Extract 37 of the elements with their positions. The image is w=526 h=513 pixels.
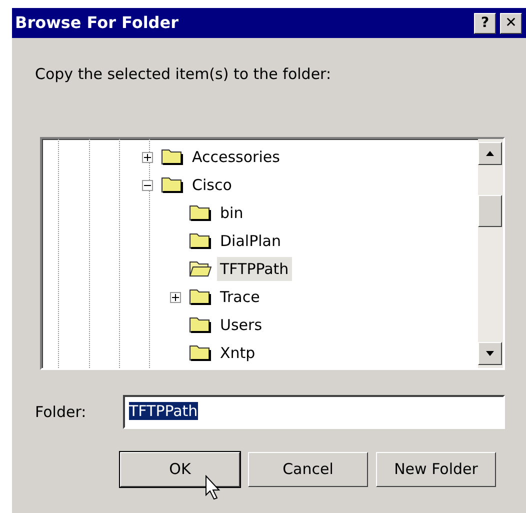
folder-icon	[160, 147, 184, 167]
mouse-cursor-icon	[205, 475, 221, 501]
collapse-toggle[interactable]	[142, 180, 153, 190]
folder-item[interactable]: DialPlan	[217, 228, 284, 254]
prompt-text: Copy the selected item(s) to the folder:	[35, 65, 332, 83]
expand-toggle[interactable]	[170, 292, 181, 302]
open-folder-icon	[188, 259, 212, 279]
window-title: Browse For Folder	[15, 12, 178, 34]
help-button[interactable]: ?	[474, 12, 496, 34]
folder-item[interactable]: TFTPPath	[217, 256, 292, 282]
scroll-bar[interactable]	[478, 139, 503, 368]
folder-item[interactable]: Accessories	[189, 144, 283, 170]
folder-icon	[160, 175, 184, 195]
folder-icon	[188, 203, 212, 223]
plus-icon	[143, 152, 152, 162]
folder-icon	[188, 287, 212, 307]
close-button[interactable]: ✕	[500, 12, 522, 34]
expand-toggle[interactable]	[142, 152, 153, 162]
folder-item[interactable]: bin	[217, 200, 246, 226]
scroll-down-button[interactable]	[478, 342, 502, 365]
folder-icon	[188, 231, 212, 251]
up-arrow-icon	[486, 151, 494, 156]
scroll-thumb[interactable]	[478, 195, 502, 227]
cancel-button[interactable]: Cancel	[248, 452, 368, 487]
folder-label: Folder:	[35, 402, 88, 423]
folder-icon	[188, 315, 212, 335]
scroll-up-button[interactable]	[478, 142, 502, 165]
folder-item[interactable]: Xntp	[217, 340, 258, 366]
plus-icon	[171, 292, 180, 302]
folder-item[interactable]: Trace	[217, 284, 263, 310]
ok-button[interactable]: OK	[120, 452, 240, 487]
folder-item[interactable]: Users	[217, 312, 266, 338]
new-folder-button[interactable]: New Folder	[376, 452, 496, 487]
folder-item[interactable]: Cisco	[189, 172, 235, 198]
down-arrow-icon	[486, 351, 494, 356]
folder-icon	[188, 343, 212, 363]
folder-field[interactable]: TFTPPath	[123, 395, 505, 429]
